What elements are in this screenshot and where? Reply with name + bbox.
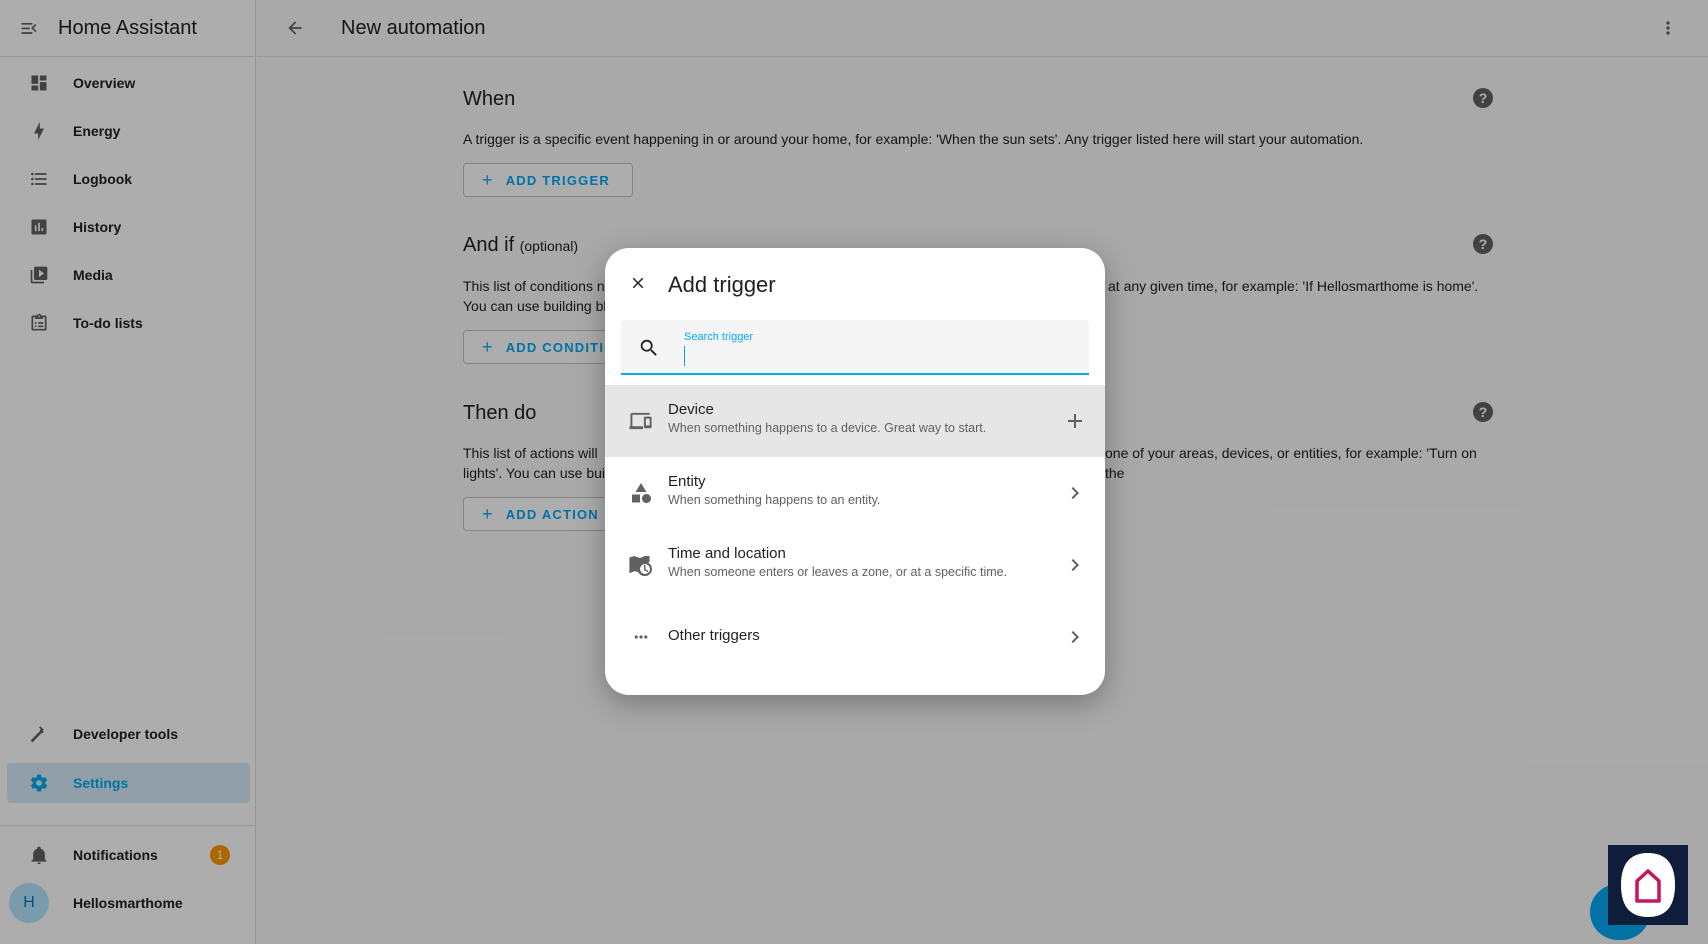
item-title: Other triggers bbox=[668, 627, 760, 644]
chevron-right-icon bbox=[1063, 625, 1087, 649]
trigger-item-other-triggers[interactable]: Other triggers bbox=[605, 601, 1105, 673]
item-title: Time and location bbox=[668, 545, 786, 562]
dialog-title: Add trigger bbox=[668, 272, 776, 297]
search-icon bbox=[638, 337, 660, 364]
close-button[interactable] bbox=[629, 274, 647, 297]
search-label: Search trigger bbox=[684, 331, 754, 343]
devices-icon bbox=[629, 409, 653, 433]
map-clock-icon bbox=[629, 553, 653, 577]
chevron-right-icon bbox=[1063, 553, 1087, 577]
item-title: Entity bbox=[668, 473, 706, 490]
item-subtitle: When something happens to a device. Grea… bbox=[668, 421, 987, 435]
dialog-header: Add trigger bbox=[605, 248, 1105, 316]
dots-horizontal-icon bbox=[629, 625, 653, 649]
shapes-icon bbox=[629, 481, 653, 505]
search-field[interactable]: Search trigger bbox=[621, 320, 1089, 375]
close-icon bbox=[632, 277, 644, 289]
trigger-item-entity[interactable]: Entity When something happens to an enti… bbox=[605, 457, 1105, 529]
add-trigger-dialog: Add trigger Search trigger Device When s… bbox=[605, 248, 1105, 695]
home-logo-icon bbox=[1621, 853, 1675, 917]
item-title: Device bbox=[668, 401, 714, 418]
item-subtitle: When something happens to an entity. bbox=[668, 493, 881, 507]
chevron-right-icon bbox=[1063, 481, 1087, 505]
hellosmarthome-logo bbox=[1608, 845, 1688, 925]
item-subtitle: When someone enters or leaves a zone, or… bbox=[668, 565, 1008, 579]
plus-icon[interactable] bbox=[1063, 409, 1087, 433]
search-input[interactable] bbox=[684, 346, 1065, 366]
trigger-item-time-and-location[interactable]: Time and location When someone enters or… bbox=[605, 529, 1105, 601]
trigger-item-device[interactable]: Device When something happens to a devic… bbox=[605, 385, 1105, 457]
